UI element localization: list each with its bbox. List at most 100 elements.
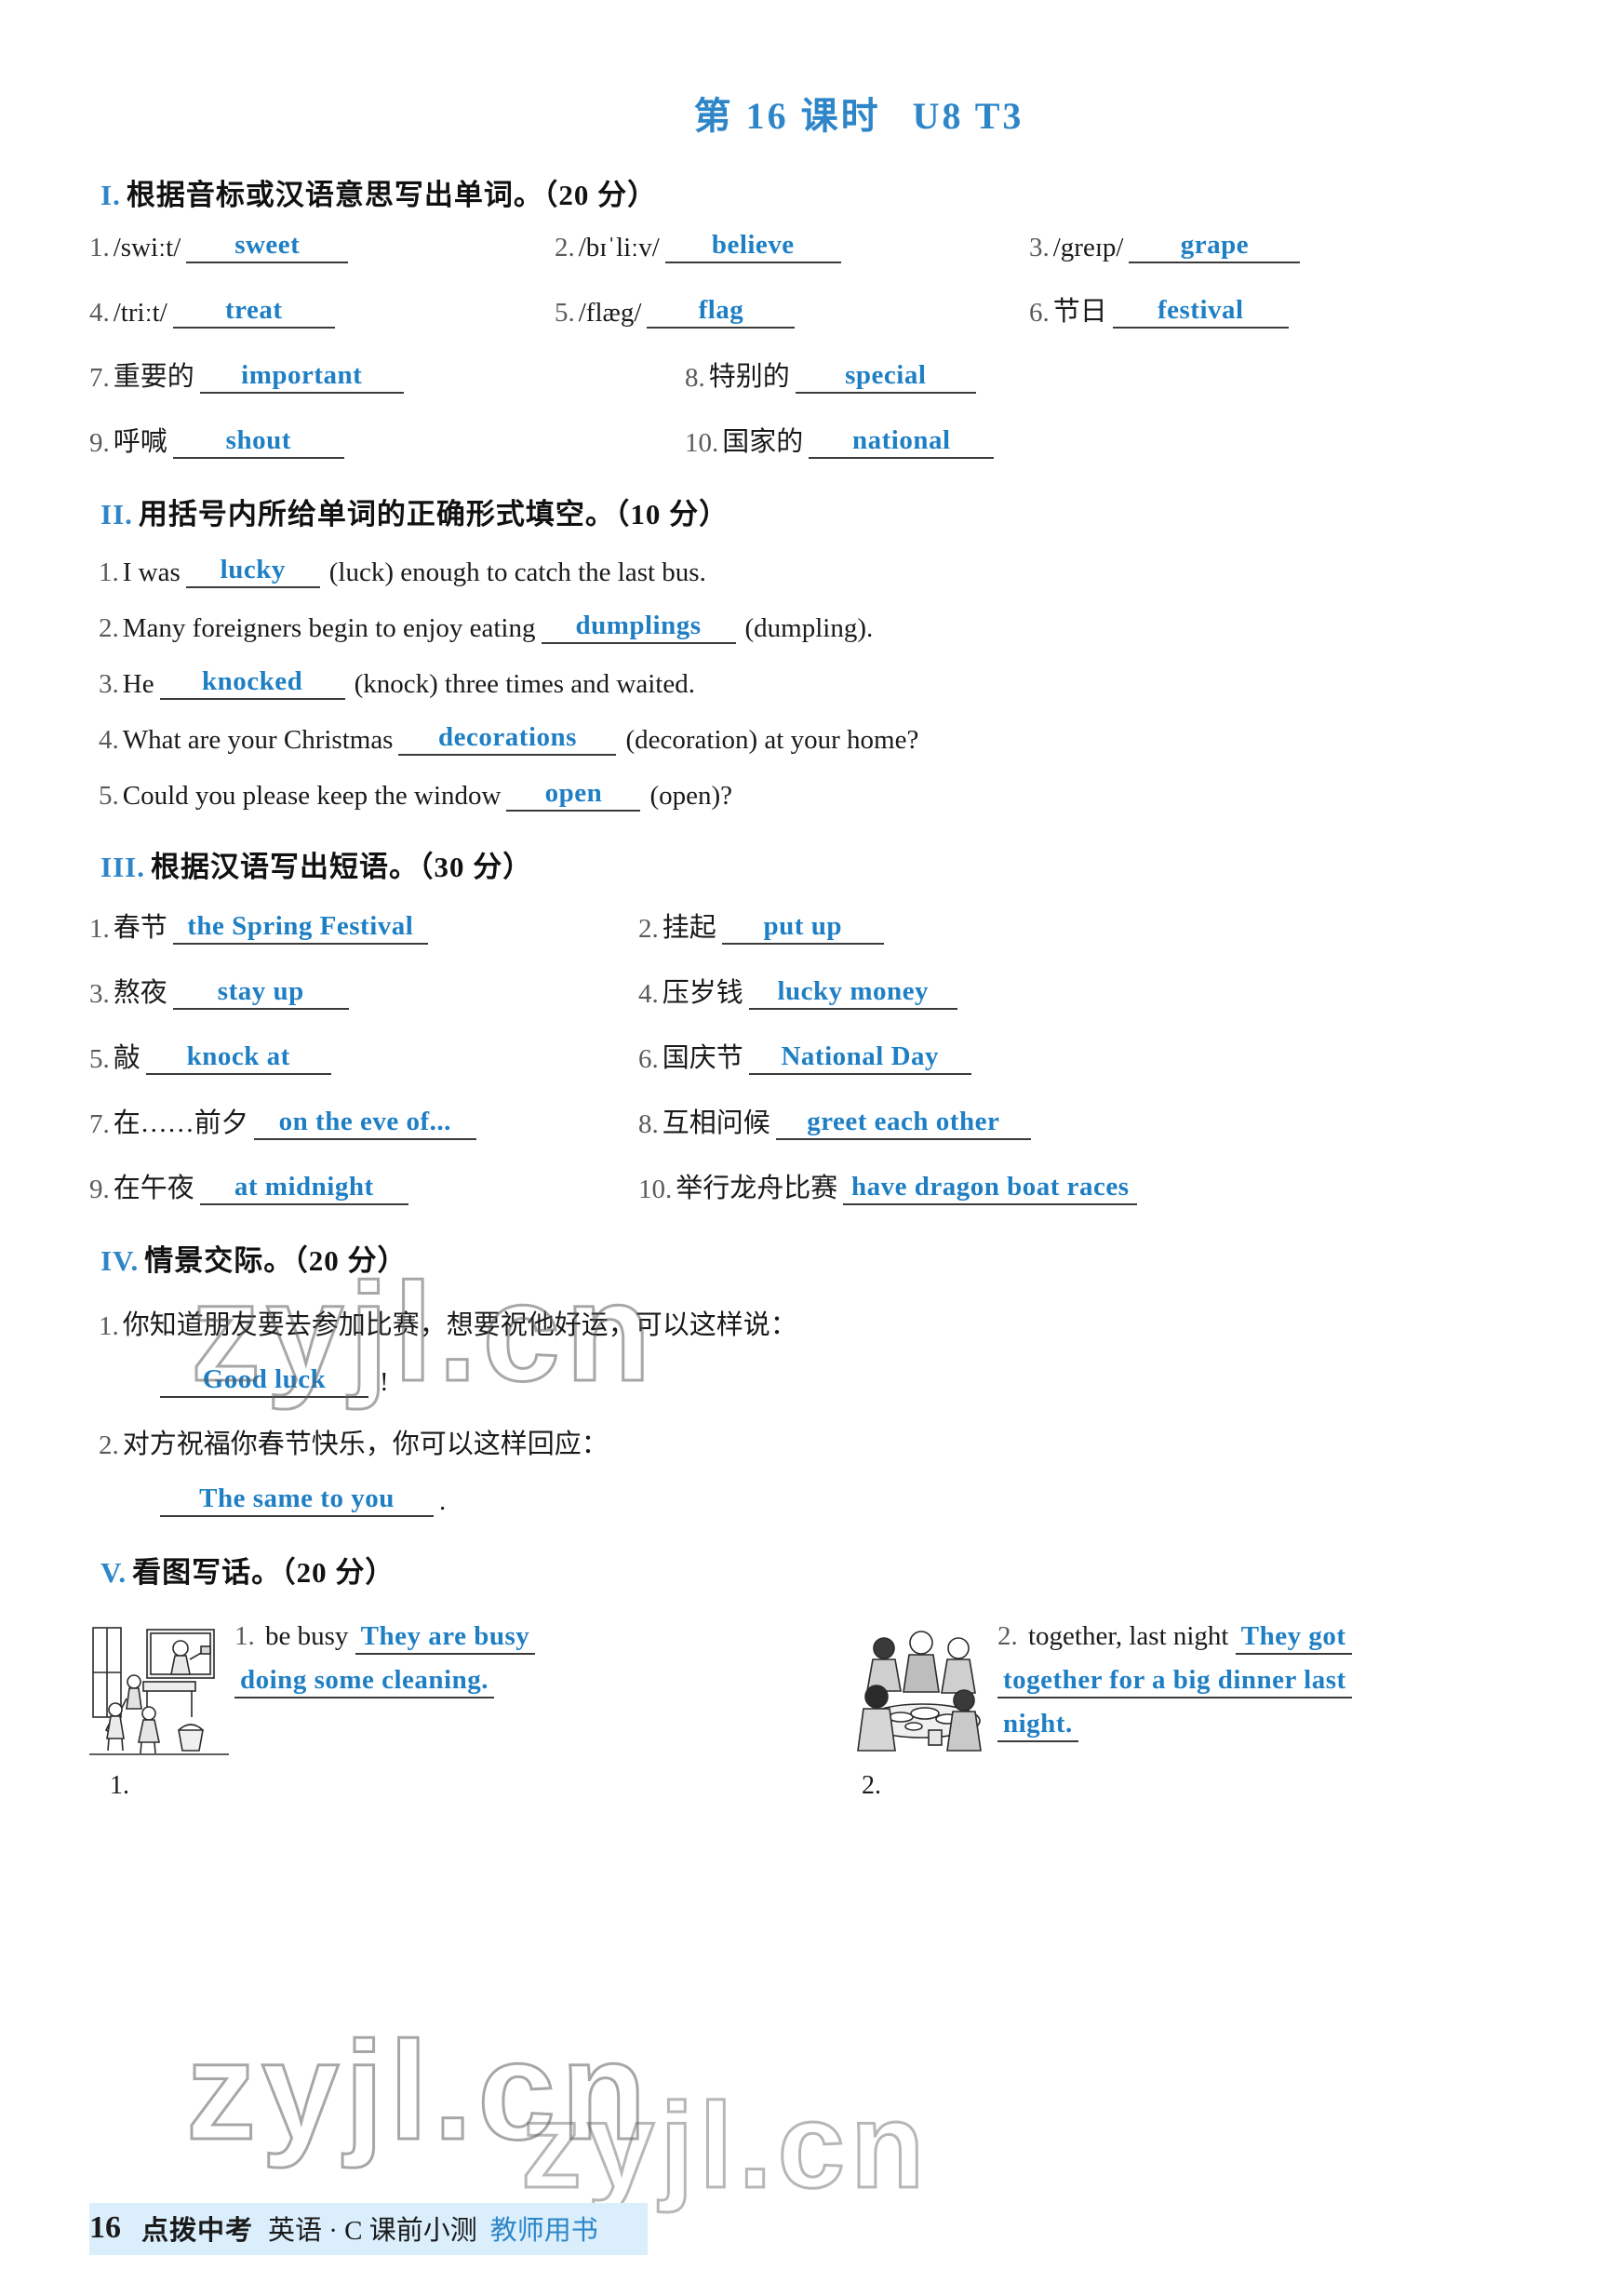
item-prompt: 互相问候: [662, 1108, 770, 1138]
answer-blank[interactable]: lucky money: [748, 978, 957, 1010]
item-number: 10.: [638, 1175, 673, 1204]
section-title-5: 看图写话。（20 分）: [132, 1556, 395, 1589]
item-number: 3.: [99, 669, 119, 699]
sentence-before: What are your Christmas: [122, 725, 394, 755]
answer-blank[interactable]: put up: [721, 913, 884, 945]
item-prompt: 特别的: [708, 362, 790, 392]
answer-blank[interactable]: doing some cleaning.: [234, 1664, 494, 1699]
answer-blank[interactable]: National Day: [748, 1043, 971, 1075]
answer-blank[interactable]: the Spring Festival: [172, 913, 428, 945]
picture-writing-item-2: 2. together, last night They got togethe…: [852, 1615, 1517, 1801]
sentence-before: I was: [122, 557, 181, 587]
section-number-5: V.: [100, 1556, 127, 1589]
section-number-1: I.: [100, 179, 121, 211]
footer-edition: 教师用书: [489, 2216, 598, 2246]
section-3-items: 1. 春节 the Spring Festival 2. 挂起 put up 3…: [89, 906, 1517, 1205]
page-title: 第 16 课时 U8 T3: [0, 0, 1606, 140]
item-prompt: 国家的: [722, 427, 804, 457]
picture-2-caption: 2.: [862, 1771, 881, 1800]
item-prompt: /swiːt/: [113, 233, 181, 262]
question-item: 3. 熬夜 stay up: [89, 971, 638, 1010]
brand-logo: 点拨中考: [141, 2216, 254, 2246]
item-prompt: 节日: [1052, 297, 1107, 327]
answer-blank[interactable]: together for a big dinner last: [997, 1664, 1352, 1699]
answer-blank[interactable]: night.: [997, 1708, 1078, 1742]
answer-blank[interactable]: have dragon boat races: [843, 1174, 1138, 1205]
title-lesson: 第 16 课时: [693, 95, 881, 137]
picture-2-text: 2. together, last night They got togethe…: [992, 1615, 1517, 1760]
answer-blank[interactable]: greet each other: [775, 1108, 1031, 1140]
answer-blank[interactable]: at midnight: [199, 1174, 408, 1205]
item-prompt: /bɪˈliːv/: [578, 233, 660, 262]
answer-blank[interactable]: decorations: [398, 724, 617, 756]
item-prompt: 压岁钱: [662, 978, 743, 1008]
section-number-3: III.: [100, 851, 145, 883]
item-number: 1.: [99, 1311, 119, 1341]
answer-blank[interactable]: national: [809, 427, 995, 459]
item-prompt: /flæg/: [578, 298, 642, 328]
answer-blank[interactable]: lucky: [185, 557, 320, 588]
answer-blank[interactable]: Good luck: [160, 1366, 368, 1398]
answer-blank[interactable]: flag: [647, 297, 796, 329]
item-prompt: 敲: [113, 1043, 141, 1073]
item-number: 2.: [638, 914, 659, 944]
item-prompt: 对方祝福你春节快乐，你可以这样回应：: [122, 1430, 609, 1459]
answer-blank[interactable]: treat: [172, 297, 335, 329]
answer-blank[interactable]: The same to you: [160, 1485, 434, 1517]
item-prompt: 国庆节: [662, 1043, 743, 1073]
item-number: 2.: [99, 1430, 119, 1460]
answer-blank[interactable]: They got: [1235, 1621, 1352, 1655]
question-item: 9. 在午夜 at midnight: [89, 1166, 638, 1205]
sentence-after: (dumpling).: [744, 613, 874, 643]
answer-blank[interactable]: special: [795, 362, 976, 394]
question-item: 4. 压岁钱 lucky money: [638, 971, 1517, 1010]
item-number: 9.: [89, 428, 110, 458]
section-heading-2: II. 用括号内所给单词的正确形式填空。（10 分）: [100, 490, 1517, 532]
item-prompt: 熬夜: [113, 978, 167, 1008]
section-title-1: 根据音标或汉语意思写出单词。（20 分）: [126, 179, 658, 211]
question-item: 5. /flæg/ flag: [555, 289, 1029, 329]
item-number: 9.: [89, 1175, 110, 1204]
answer-blank[interactable]: shout: [172, 427, 344, 459]
question-item: 9. 呼喊 shout: [89, 420, 685, 459]
answer-blank[interactable]: important: [199, 362, 404, 394]
item-number: 1.: [89, 914, 110, 944]
page-number: 16: [89, 2210, 121, 2245]
picture-1-text: 1. be busy They are busy doing some clea…: [229, 1615, 843, 1760]
question-item: 8. 特别的 special: [685, 355, 1517, 394]
answer-blank[interactable]: knock at: [145, 1043, 331, 1075]
item-prompt: 举行龙舟比赛: [676, 1174, 838, 1203]
item-number: 4.: [99, 725, 119, 755]
section-heading-3: III. 根据汉语写出短语。（30 分）: [100, 843, 1517, 885]
item-number: 5.: [99, 781, 119, 811]
answer-punctuation: !: [380, 1367, 389, 1397]
question-item: 3. /greɪp/ grape: [1029, 232, 1517, 263]
answer-blank[interactable]: believe: [664, 232, 841, 263]
section-heading-1: I. 根据音标或汉语意思写出单词。（20 分）: [100, 171, 1517, 213]
question-item: 1. 你知道朋友要去参加比赛，想要祝他好运，可以这样说：: [99, 1303, 1517, 1342]
question-item: 10. 举行龙舟比赛 have dragon boat races: [638, 1166, 1517, 1205]
question-item: 7. 重要的 important: [89, 355, 685, 394]
answer-blank[interactable]: They are busy: [355, 1621, 536, 1655]
item-number: 1.: [99, 557, 119, 587]
answer-blank[interactable]: festival: [1112, 297, 1289, 329]
question-item: 2. 挂起 put up: [638, 906, 1517, 945]
question-item: 7. 在……前夕 on the eve of...: [89, 1101, 638, 1140]
sentence-before: He: [122, 669, 154, 699]
item-prompt: 你知道朋友要去参加比赛，想要祝他好运，可以这样说：: [122, 1310, 797, 1340]
item-number: 10.: [685, 428, 719, 458]
answer-blank[interactable]: dumplings: [541, 612, 736, 644]
answer-blank[interactable]: grape: [1129, 232, 1301, 263]
answer-blank[interactable]: on the eve of...: [253, 1108, 476, 1140]
item-prompt: 呼喊: [113, 427, 167, 457]
section-title-4: 情景交际。（20 分）: [144, 1244, 408, 1277]
item-number: 1.: [89, 233, 110, 262]
question-item: 2. /bɪˈliːv/ believe: [555, 232, 1029, 263]
answer-blank[interactable]: knocked: [159, 668, 345, 700]
answer-blank[interactable]: stay up: [172, 978, 349, 1010]
question-item: 1. I was lucky (luck) enough to catch th…: [99, 557, 1517, 588]
answer-blank[interactable]: open: [506, 780, 641, 812]
answer-blank[interactable]: sweet: [186, 232, 349, 263]
section-title-3: 根据汉语写出短语。（30 分）: [150, 851, 533, 883]
item-number: 7.: [89, 363, 110, 393]
